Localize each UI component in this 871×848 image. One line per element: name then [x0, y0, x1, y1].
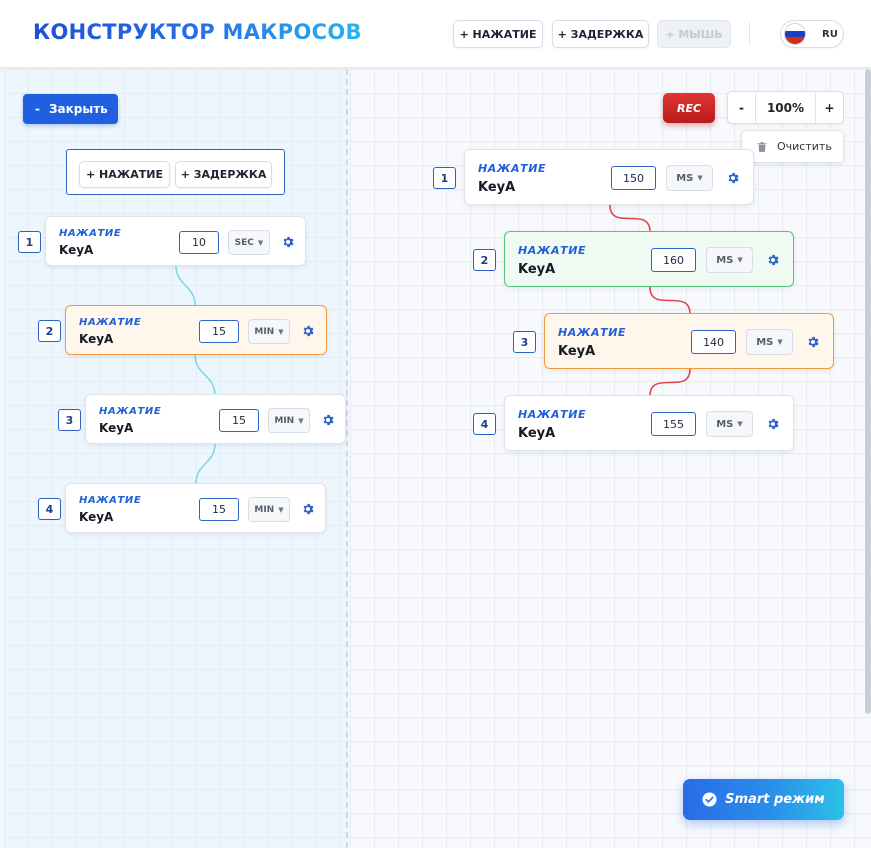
step-unit-select[interactable]: MIN ▼: [268, 408, 310, 433]
step-type: НАЖАТИЕ: [99, 406, 162, 417]
step-unit-select[interactable]: MIN ▼: [248, 497, 290, 522]
step-type: НАЖАТИЕ: [518, 244, 587, 257]
chevron-down-icon: ▼: [697, 174, 703, 182]
step-key: KeyA: [59, 243, 94, 257]
chevron-down-icon: ▼: [278, 505, 284, 514]
zoom-level: 100%: [766, 100, 805, 115]
step-type: НАЖАТИЕ: [478, 162, 547, 175]
chevron-down-icon: ▼: [298, 416, 304, 425]
step-value-input[interactable]: 140: [691, 330, 736, 354]
right-step-card-4[interactable]: НАЖАТИЕ KeyA 155 MS ▼: [504, 395, 794, 451]
step-unit-select[interactable]: MS ▼: [746, 329, 793, 355]
step-type: НАЖАТИЕ: [518, 408, 587, 421]
header-divider: [749, 22, 750, 46]
close-editor-button[interactable]: - Закрыть: [23, 94, 118, 124]
clear-label: Очистить: [777, 140, 832, 153]
right-step-card-2[interactable]: НАЖАТИЕ KeyA 160 MS ▼: [504, 231, 794, 287]
gear-icon[interactable]: [726, 171, 740, 185]
step-value-input[interactable]: 160: [651, 248, 696, 272]
step-unit-select[interactable]: MS ▼: [706, 247, 753, 273]
step-number: 2: [38, 320, 61, 342]
panel-add-press-button[interactable]: + НАЖАТИЕ: [79, 161, 170, 188]
clear-button[interactable]: Очистить: [741, 130, 844, 163]
zoom-in-button[interactable]: +: [816, 92, 843, 123]
step-value-input[interactable]: 155: [651, 412, 696, 436]
step-number: 3: [513, 331, 536, 353]
add-press-button[interactable]: + НАЖАТИЕ: [453, 20, 543, 48]
gear-icon[interactable]: [766, 253, 780, 267]
step-key: KeyA: [558, 344, 596, 359]
step-number: 4: [38, 498, 61, 520]
step-number: 1: [18, 231, 41, 253]
step-type: НАЖАТИЕ: [59, 228, 122, 239]
step-value-input[interactable]: 10: [179, 231, 219, 254]
unit-label: MS: [716, 254, 734, 266]
step-number: 2: [473, 249, 496, 271]
step-type: НАЖАТИЕ: [79, 495, 142, 506]
app-title: КОНСТРУКТОР МАКРОСОВ: [33, 20, 362, 44]
step-type: НАЖАТИЕ: [558, 326, 627, 339]
unit-label: MIN: [254, 326, 275, 337]
step-unit-select[interactable]: SEC ▼: [228, 230, 270, 255]
step-type: НАЖАТИЕ: [79, 317, 142, 328]
smart-mode-label: Smart режим: [725, 792, 825, 807]
unit-label: MIN: [254, 504, 275, 515]
step-key: KeyA: [518, 262, 556, 277]
chevron-down-icon: ▼: [257, 238, 264, 247]
gear-icon[interactable]: [301, 324, 315, 338]
step-key: KeyA: [478, 180, 516, 195]
smart-mode-button[interactable]: Smart режим: [683, 779, 844, 820]
step-value-input[interactable]: 15: [199, 320, 239, 343]
record-button[interactable]: REC: [663, 93, 715, 123]
add-delay-button[interactable]: + ЗАДЕРЖКА: [552, 20, 649, 48]
step-unit-select[interactable]: MS ▼: [666, 165, 713, 191]
unit-label: MS: [756, 336, 774, 348]
left-step-card-4[interactable]: НАЖАТИЕ KeyA 15 MIN ▼: [65, 483, 326, 533]
app-header: КОНСТРУКТОР МАКРОСОВ + НАЖАТИЕ + ЗАДЕРЖК…: [0, 0, 871, 68]
check-circle-icon: [702, 792, 717, 807]
zoom-control: - 100% +: [727, 91, 844, 124]
step-number: 4: [473, 413, 496, 435]
right-step-card-1[interactable]: НАЖАТИЕ KeyA 150 MS ▼: [464, 149, 754, 205]
scrollbar[interactable]: [865, 69, 871, 714]
step-number: 3: [58, 409, 81, 431]
add-mouse-button[interactable]: + МЫШЬ: [657, 20, 731, 48]
chevron-down-icon: ▼: [777, 338, 783, 346]
gear-icon[interactable]: [806, 335, 820, 349]
chevron-down-icon: ▼: [737, 420, 743, 428]
close-label: Закрыть: [48, 102, 108, 116]
language-switch[interactable]: RU: [780, 20, 844, 48]
right-step-card-3[interactable]: НАЖАТИЕ KeyA 140 MS ▼: [544, 313, 834, 369]
left-step-card-1[interactable]: НАЖАТИЕ KeyA 10 SEC ▼: [45, 216, 306, 266]
step-number: 1: [433, 167, 456, 189]
step-value-input[interactable]: 15: [219, 409, 259, 432]
step-value-input[interactable]: 15: [199, 498, 239, 521]
gear-icon[interactable]: [321, 413, 335, 427]
gear-icon[interactable]: [281, 235, 295, 249]
language-code: RU: [822, 28, 838, 40]
gear-icon[interactable]: [301, 502, 315, 516]
unit-label: MIN: [274, 415, 295, 426]
zoom-out-button[interactable]: -: [728, 92, 755, 123]
step-add-toolbar: + НАЖАТИЕ + ЗАДЕРЖКА: [66, 149, 285, 195]
step-key: KeyA: [518, 426, 556, 441]
unit-label: SEC: [234, 237, 254, 248]
step-key: KeyA: [79, 332, 114, 346]
left-step-card-3[interactable]: НАЖАТИЕ KeyA 15 MIN ▼: [85, 394, 346, 444]
step-key: KeyA: [99, 421, 134, 435]
unit-label: MS: [676, 172, 694, 184]
left-step-card-2[interactable]: НАЖАТИЕ KeyA 15 MIN ▼: [65, 305, 327, 355]
step-unit-select[interactable]: MIN ▼: [248, 319, 290, 344]
panel-add-delay-button[interactable]: + ЗАДЕРЖКА: [175, 161, 272, 188]
trash-icon: [757, 141, 767, 152]
chevron-down-icon: ▼: [737, 256, 743, 264]
close-dash: -: [35, 102, 40, 116]
step-value-input[interactable]: 150: [611, 166, 656, 190]
step-key: KeyA: [79, 510, 114, 524]
unit-label: MS: [716, 418, 734, 430]
chevron-down-icon: ▼: [278, 327, 284, 336]
gear-icon[interactable]: [766, 417, 780, 431]
russia-flag-icon: [784, 23, 806, 45]
step-unit-select[interactable]: MS ▼: [706, 411, 753, 437]
